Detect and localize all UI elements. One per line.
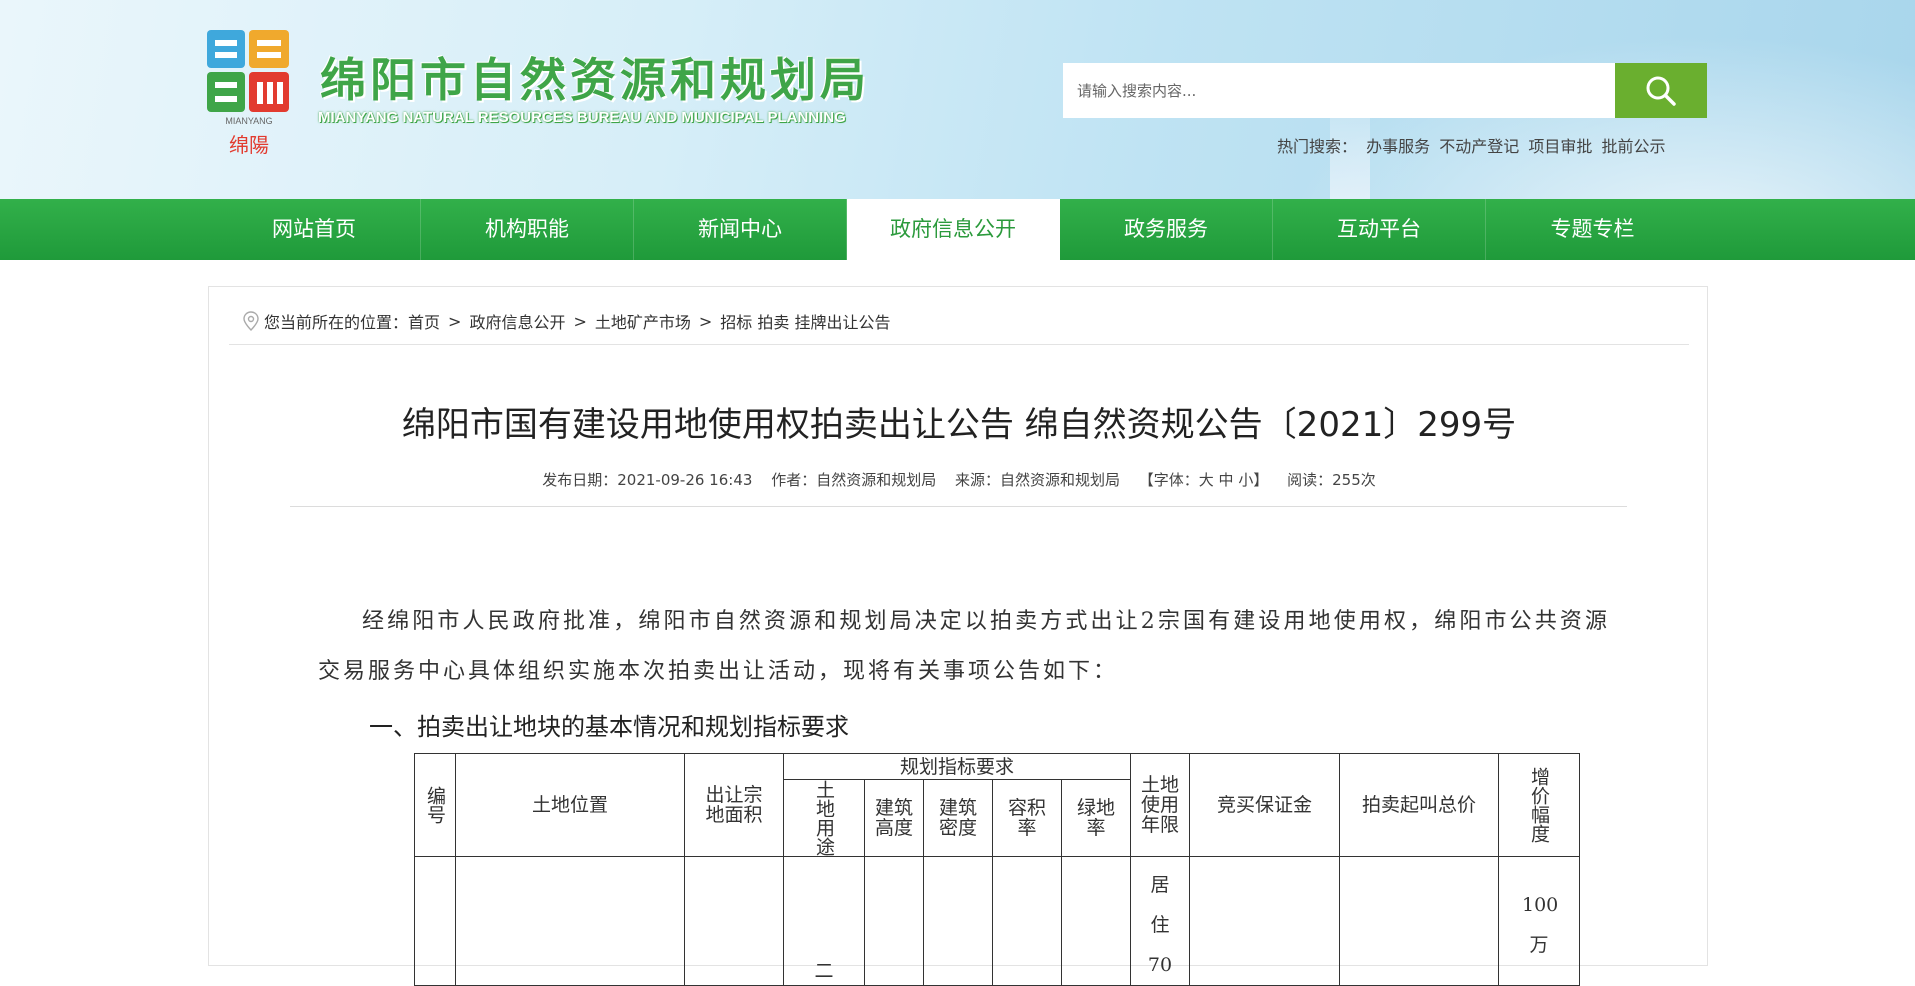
th-height: 建筑高度 xyxy=(864,779,924,857)
hot-search-link[interactable]: 项目审批 xyxy=(1528,137,1592,156)
table-cell xyxy=(923,856,993,986)
table-cell xyxy=(992,856,1062,986)
breadcrumb-home[interactable]: 首页 xyxy=(408,309,440,333)
site-title[interactable]: 绵阳市自然资源和规划局 xyxy=(320,44,870,110)
section-title: 一、拍卖出让地块的基本情况和规划指标要求 xyxy=(369,713,849,741)
meta-author: 作者：自然资源和规划局 xyxy=(771,471,937,489)
th-use: 土地用途 xyxy=(783,779,865,857)
th-green: 绿地率 xyxy=(1061,779,1131,857)
breadcrumb-gov-info[interactable]: 政府信息公开 xyxy=(469,309,565,333)
meta-reads: 阅读：255次 xyxy=(1287,471,1376,489)
th-density: 建筑密度 xyxy=(923,779,993,857)
search-icon xyxy=(1646,76,1676,106)
th-far: 容积率 xyxy=(992,779,1062,857)
search-input[interactable] xyxy=(1063,63,1615,118)
nav-item-gov-info[interactable]: 政府信息公开 xyxy=(847,199,1060,260)
meta-divider xyxy=(290,506,1627,507)
th-deposit: 竞买保证金 xyxy=(1189,753,1340,857)
hot-search-link[interactable]: 批前公示 xyxy=(1601,137,1665,156)
location-pin-icon xyxy=(243,311,259,331)
meta-source: 来源：自然资源和规划局 xyxy=(954,471,1120,489)
hot-search: 热门搜索： 办事服务 不动产登记 项目审批 批前公示 xyxy=(1277,133,1669,157)
table-cell-use: 二 xyxy=(783,856,865,986)
breadcrumb-label: 您当前所在的位置： xyxy=(264,313,409,332)
logo-small-text: 绵陽 xyxy=(229,133,269,157)
breadcrumb-auction[interactable]: 招标 拍卖 挂牌出让公告 xyxy=(720,309,890,333)
article-title: 绵阳市国有建设用地使用权拍卖出让公告 绵自然资规公告〔2021〕299号 xyxy=(401,405,1517,445)
breadcrumb: 您当前所在的位置： 首页 > 政府信息公开 > 土地矿产市场 > 招标 拍卖 挂… xyxy=(242,309,890,333)
table-cell-increment: 100 万 xyxy=(1498,856,1580,986)
land-info-table: 编号 土地位置 出让宗地面积 规划指标要求 土地使用年限 竞买保证金 拍卖起叫总… xyxy=(414,753,1580,986)
table-cell-term: 居住 70 xyxy=(1130,856,1190,986)
th-no: 编号 xyxy=(414,753,456,857)
meta-date: 发布日期：2021-09-26 16:43 xyxy=(542,471,753,489)
th-increment: 增价幅度 xyxy=(1498,753,1580,857)
article-intro-paragraph: 经绵阳市人民政府批准，绵阳市自然资源和规划局决定以拍卖方式出让2宗国有建设用地使… xyxy=(318,609,1610,684)
nav-items: 网站首页 机构职能 新闻中心 政府信息公开 政务服务 互动平台 专题专栏 xyxy=(208,199,1699,260)
nav-item-services[interactable]: 政务服务 xyxy=(1060,199,1273,260)
main-nav: 网站首页 机构职能 新闻中心 政府信息公开 政务服务 互动平台 专题专栏 xyxy=(0,199,1915,260)
breadcrumb-land-market[interactable]: 土地矿产市场 xyxy=(595,309,691,333)
th-area: 出让宗地面积 xyxy=(684,753,784,857)
meta-font-size-control[interactable]: 【字体：大 中 小】 xyxy=(1139,471,1269,489)
site-header: MIANYANG 绵陽 绵阳市自然资源和规划局 MIANYANG NATURAL… xyxy=(0,0,1915,199)
table-cell xyxy=(1189,856,1340,986)
search-box xyxy=(1063,63,1707,118)
nav-item-topics[interactable]: 专题专栏 xyxy=(1486,199,1699,260)
nav-item-interaction[interactable]: 互动平台 xyxy=(1273,199,1486,260)
logo-name: MIANYANG xyxy=(225,116,272,126)
th-start-price: 拍卖起叫总价 xyxy=(1339,753,1499,857)
table-cell xyxy=(1339,856,1499,986)
nav-item-news[interactable]: 新闻中心 xyxy=(634,199,847,260)
th-location: 土地位置 xyxy=(455,753,685,857)
table-cell xyxy=(455,856,685,986)
nav-item-organization[interactable]: 机构职能 xyxy=(421,199,634,260)
breadcrumb-separator: > xyxy=(448,311,462,331)
breadcrumb-separator: > xyxy=(698,311,713,331)
table-cell xyxy=(1061,856,1131,986)
breadcrumb-separator: > xyxy=(573,311,587,331)
hot-search-link[interactable]: 办事服务 xyxy=(1366,137,1430,156)
th-term: 土地使用年限 xyxy=(1130,753,1190,857)
hot-search-label: 热门搜索： xyxy=(1277,137,1358,156)
table-cell xyxy=(864,856,924,986)
site-subtitle: MIANYANG NATURAL RESOURCES BUREAU AND MU… xyxy=(318,109,846,126)
breadcrumb-divider xyxy=(229,344,1689,345)
site-logo[interactable]: MIANYANG 绵陽 xyxy=(205,28,293,158)
hot-search-link[interactable]: 不动产登记 xyxy=(1439,137,1519,156)
search-button[interactable] xyxy=(1614,63,1707,118)
table-cell xyxy=(684,856,784,986)
article-meta: 发布日期：2021-09-26 16:43 作者：自然资源和规划局 来源：自然资… xyxy=(209,469,1709,490)
table-cell xyxy=(414,856,456,986)
th-planning-group: 规划指标要求 xyxy=(783,753,1131,780)
content-panel: 您当前所在的位置： 首页 > 政府信息公开 > 土地矿产市场 > 招标 拍卖 挂… xyxy=(208,286,1709,986)
nav-item-home[interactable]: 网站首页 xyxy=(208,199,421,260)
